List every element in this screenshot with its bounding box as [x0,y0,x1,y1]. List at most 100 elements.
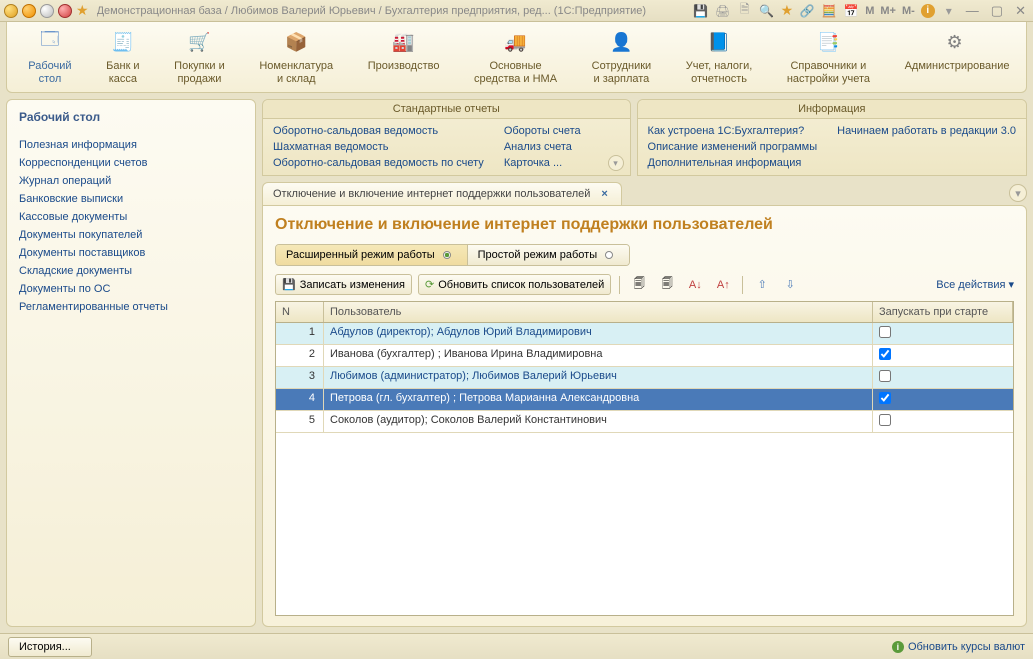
calendar-icon[interactable]: 📅 [843,3,859,19]
cell-start [873,389,1013,410]
ribbon-icon-0: 🗔 [38,30,62,54]
ribbon-item-6[interactable]: 👤Сотрудники и зарплата [586,30,658,86]
sidebar-item-6[interactable]: Документы поставщиков [19,244,243,262]
table-row[interactable]: 5Соколов (аудитор); Соколов Валерий Конс… [276,411,1013,433]
copy-icon[interactable]: 🗐 [628,275,650,295]
cell-user: Абдулов (директор); Абдулов Юрий Владими… [324,323,873,344]
tab-active[interactable]: Отключение и включение интернет поддержк… [262,182,622,205]
report-link-a-2[interactable]: Оборотно-сальдовая ведомость по счету [273,157,484,169]
sidebar-item-4[interactable]: Кассовые документы [19,208,243,226]
close-button[interactable]: ✕ [1012,3,1029,19]
ribbon-item-9[interactable]: ⚙Администрирование [899,30,1011,86]
mem-m[interactable]: M [865,5,874,17]
ribbon-item-0[interactable]: 🗔Рабочий стол [22,30,77,86]
col-start[interactable]: Запускать при старте [873,302,1013,322]
sort-asc-icon[interactable]: A↓ [684,275,706,295]
report-link-a-1[interactable]: Шахматная ведомость [273,141,484,153]
ribbon-item-5[interactable]: 🚚Основные средства и НМА [468,30,563,86]
favorite-icon[interactable]: ★ [76,2,89,19]
table-row[interactable]: 3Любимов (администратор); Любимов Валери… [276,367,1013,389]
update-rates-link[interactable]: i Обновить курсы валют [892,641,1025,653]
dropdown-icon[interactable]: ▾ [941,3,957,19]
info-link-b-0[interactable]: Начинаем работать в редакции 3.0 [837,125,1016,137]
arrow-up-icon[interactable]: ⇧ [751,275,773,295]
report-link-b-1[interactable]: Анализ счета [504,141,581,153]
ribbon-item-3[interactable]: 📦Номенклатура и склад [253,30,339,86]
mem-mminus[interactable]: M- [902,5,915,17]
ribbon-item-8[interactable]: 📑Справочники и настройки учета [781,30,876,86]
print-icon[interactable]: 🖨 [715,3,731,19]
doc-icon[interactable]: 🗎 [737,3,753,19]
info-icon[interactable]: i [921,4,935,18]
cell-n: 5 [276,411,324,432]
sidebar-item-2[interactable]: Журнал операций [19,172,243,190]
start-checkbox[interactable] [879,326,891,338]
search-icon[interactable]: 🔍 [759,3,775,19]
sidebar-item-0[interactable]: Полезная информация [19,136,243,154]
info-link-a-1[interactable]: Описание изменений программы [648,141,818,153]
table-row[interactable]: 4Петрова (гл. бухгалтер) ; Петрова Мариа… [276,389,1013,411]
start-checkbox[interactable] [879,370,891,382]
info-link-a-2[interactable]: Дополнительная информация [648,157,818,169]
panel-expand-icon[interactable]: ▾ [608,155,624,171]
maximize-button[interactable]: ▢ [988,3,1006,19]
start-checkbox[interactable] [879,348,891,360]
report-link-b-2[interactable]: Карточка ... [504,157,581,169]
page-title: Отключение и включение интернет поддержк… [275,216,1014,234]
save-changes-button[interactable]: 💾 Записать изменения [275,274,412,295]
info-link-a-0[interactable]: Как устроена 1С:Бухгалтерия? [648,125,818,137]
ribbon-item-1[interactable]: 🧾Банк и касса [100,30,145,86]
ribbon-label-7: Учет, налоги, отчетность [686,60,752,86]
table-row[interactable]: 1Абдулов (директор); Абдулов Юрий Владим… [276,323,1013,345]
sidebar-item-8[interactable]: Документы по ОС [19,280,243,298]
sidebar-item-3[interactable]: Банковские выписки [19,190,243,208]
window-btn-3[interactable] [58,4,72,18]
mode-simple-button[interactable]: Простой режим работы [468,245,629,265]
panel-reports-title: Стандартные отчеты [263,100,630,119]
ribbon-icon-7: 📘 [707,30,731,54]
update-rates-label: Обновить курсы валют [908,641,1025,653]
window-title: Демонстрационная база / Любимов Валерий … [97,5,693,17]
chevron-down-icon: ▾ [1008,278,1014,291]
all-actions-button[interactable]: Все действия ▾ [936,278,1014,291]
ribbon-label-6: Сотрудники и зарплата [592,60,652,86]
minimize-button[interactable]: — [963,3,982,18]
history-button[interactable]: История... [8,637,92,657]
arrow-down-icon[interactable]: ⇩ [779,275,801,295]
link-icon[interactable]: 🔗 [799,3,815,19]
sort-desc-icon[interactable]: A↑ [712,275,734,295]
sidebar-item-1[interactable]: Корреспонденции счетов [19,154,243,172]
sidebar-item-9[interactable]: Регламентированные отчеты [19,298,243,316]
report-link-b-0[interactable]: Обороты счета [504,125,581,137]
cell-n: 1 [276,323,324,344]
window-btn-2[interactable] [40,4,54,18]
ribbon-label-5: Основные средства и НМА [474,60,557,86]
cell-n: 2 [276,345,324,366]
table-row[interactable]: 2Иванова (бухгалтер) ; Иванова Ирина Вла… [276,345,1013,367]
cell-user: Соколов (аудитор); Соколов Валерий Конст… [324,411,873,432]
ribbon-item-2[interactable]: 🛒Покупки и продажи [168,30,231,86]
report-link-a-0[interactable]: Оборотно-сальдовая ведомость [273,125,484,137]
start-checkbox[interactable] [879,392,891,404]
start-checkbox[interactable] [879,414,891,426]
ribbon-item-4[interactable]: 🏭 Производство [362,30,446,86]
ribbon-icon-4: 🏭 [392,30,416,54]
paste-icon[interactable]: 🗐 [656,275,678,295]
refresh-users-button[interactable]: ⟳ Обновить список пользователей [418,274,611,295]
ribbon-icon-9: ⚙ [943,30,967,54]
sidebar-item-5[interactable]: Документы покупателей [19,226,243,244]
ribbon-label-4: Производство [368,60,440,73]
ribbon-item-7[interactable]: 📘 Учет, налоги, отчетность [680,30,758,86]
save-icon[interactable]: 💾 [693,3,709,19]
sidebar-item-7[interactable]: Складские документы [19,262,243,280]
col-n[interactable]: N [276,302,324,322]
col-user[interactable]: Пользователь [324,302,873,322]
window-btn-1[interactable] [22,4,36,18]
tab-close-icon[interactable]: × [598,188,610,200]
mem-mplus[interactable]: M+ [880,5,896,17]
mode-extended-button[interactable]: Расширенный режим работы [276,245,468,265]
star-icon[interactable]: ★ [781,2,794,19]
calc-icon[interactable]: 🧮 [821,3,837,19]
content-expand-icon[interactable]: ▾ [1009,184,1027,202]
panel-info: Информация Как устроена 1С:Бухгалтерия?О… [637,99,1027,176]
